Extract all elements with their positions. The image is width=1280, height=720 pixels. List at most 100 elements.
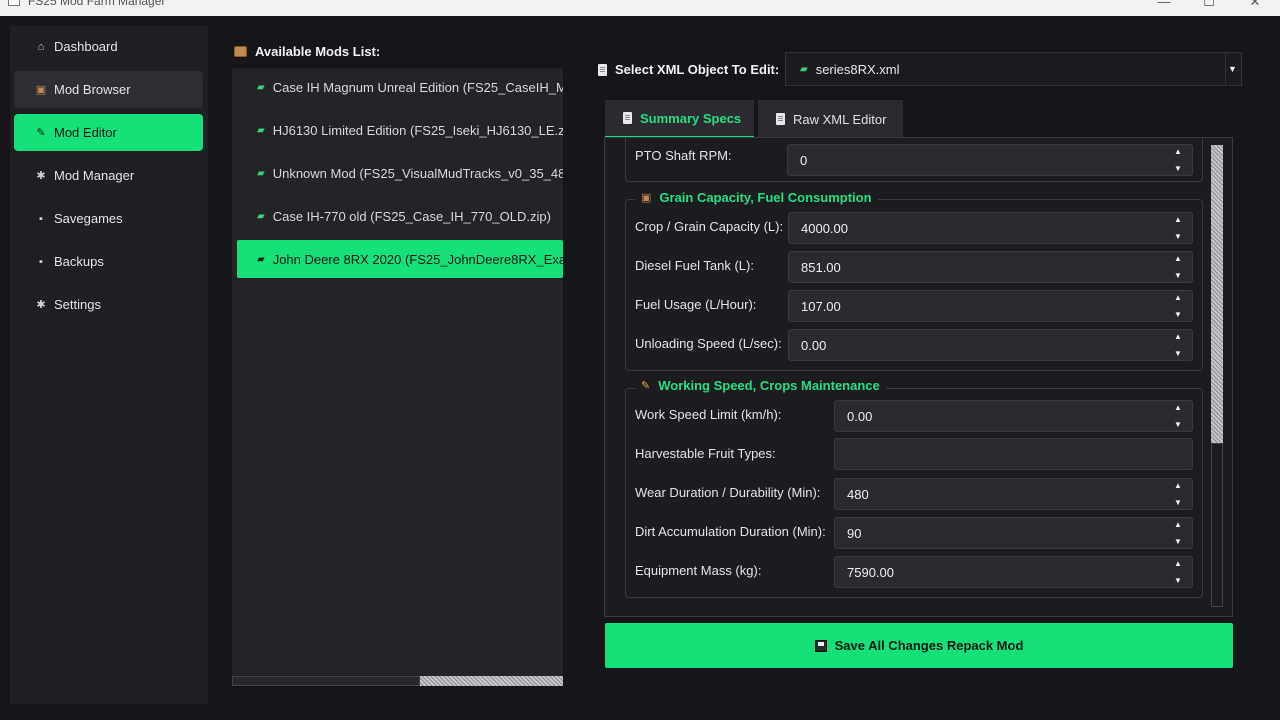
sidebar-item-mod-manager[interactable]: ✱ Mod Manager [14, 157, 203, 194]
arrow-up-icon[interactable]: ▲ [1174, 215, 1182, 224]
pto-rpm-spinbox[interactable]: 0 ▲ ▼ [787, 144, 1193, 176]
tab-label: Summary Specs [640, 110, 742, 126]
list-item-selected[interactable]: ▰ John Deere 8RX 2020 (FS25_JohnDeere8RX… [237, 240, 563, 278]
spin-arrows[interactable]: ▲ ▼ [1170, 403, 1186, 429]
tab-raw-xml-editor[interactable]: Raw XML Editor [758, 100, 903, 138]
list-item[interactable]: ▰ HJ6130 Limited Edition (FS25_Iseki_HJ6… [237, 111, 563, 149]
chevron-down-icon[interactable]: ▼ [1225, 53, 1239, 85]
dirt-duration-spinbox[interactable]: 90 ▲ ▼ [834, 517, 1193, 549]
spin-arrows[interactable]: ▲ ▼ [1170, 332, 1186, 358]
arrow-up-icon[interactable]: ▲ [1174, 520, 1182, 529]
fruit-types-label: Harvestable Fruit Types: [635, 446, 776, 461]
arrow-down-icon[interactable]: ▼ [1174, 349, 1182, 358]
gear-icon: ✱ [36, 299, 46, 311]
sidebar-item-settings[interactable]: ✱ Settings [14, 286, 203, 323]
spin-arrows[interactable]: ▲ ▼ [1170, 520, 1186, 546]
fuel-usage-spinbox[interactable]: 107.00 ▲ ▼ [788, 290, 1193, 322]
save-button-label: Save All Changes Repack Mod [834, 638, 1024, 653]
spin-arrows[interactable]: ▲ ▼ [1170, 559, 1186, 585]
box-icon: ▣ [641, 192, 652, 204]
fuel-tank-spinbox[interactable]: 851.00 ▲ ▼ [788, 251, 1193, 283]
tab-summary-specs[interactable]: Summary Specs [605, 100, 754, 138]
wear-duration-spinbox[interactable]: 480 ▲ ▼ [834, 478, 1193, 510]
package-icon [234, 46, 247, 57]
tractor-icon: ▰ [257, 253, 265, 265]
arrow-up-icon[interactable]: ▲ [1174, 403, 1182, 412]
spin-arrows[interactable]: ▲ ▼ [1170, 254, 1186, 280]
save-repack-button[interactable]: Save All Changes Repack Mod [605, 623, 1233, 668]
scrollbar-thumb[interactable] [1211, 443, 1223, 607]
arrow-down-icon[interactable]: ▼ [1174, 420, 1182, 429]
minimize-icon[interactable]: — [1154, 0, 1174, 9]
spin-arrows[interactable]: ▲ ▼ [1170, 215, 1186, 241]
floppy-icon: ▪ [39, 212, 43, 225]
list-item[interactable]: ▰ Case IH Magnum Unreal Edition (FS25_Ca… [237, 68, 563, 106]
unloading-speed-spinbox[interactable]: 0.00 ▲ ▼ [788, 329, 1193, 361]
arrow-up-icon[interactable]: ▲ [1174, 332, 1182, 341]
fruit-types-input[interactable] [834, 438, 1193, 470]
unloading-speed-label: Unloading Speed (L/sec): [635, 336, 782, 351]
equipment-mass-value: 7590.00 [847, 564, 894, 580]
wrench-icon: ✎ [641, 380, 651, 392]
arrow-down-icon[interactable]: ▼ [1174, 310, 1182, 319]
arrow-down-icon[interactable]: ▼ [1174, 498, 1182, 507]
fuel-tank-value: 851.00 [801, 259, 841, 275]
grain-capacity-label: Crop / Grain Capacity (L): [635, 219, 784, 234]
arrow-down-icon[interactable]: ▼ [1174, 537, 1182, 546]
summary-specs-form[interactable]: PTO Shaft RPM: 0 ▲ ▼ ▣ Grain Capacity, Fu… [604, 137, 1233, 617]
document-icon [776, 113, 785, 125]
document-icon [598, 63, 607, 76]
scrollbar-thumb[interactable] [232, 676, 420, 686]
arrow-down-icon[interactable]: ▼ [1174, 164, 1182, 173]
arrow-up-icon[interactable]: ▲ [1174, 559, 1182, 568]
spin-arrows[interactable]: ▲ ▼ [1170, 147, 1186, 173]
pto-rpm-label: PTO Shaft RPM: [635, 148, 732, 163]
spin-arrows[interactable]: ▲ ▼ [1170, 481, 1186, 507]
unloading-speed-value: 0.00 [801, 337, 827, 353]
arrow-down-icon[interactable]: ▼ [1174, 232, 1182, 241]
mod-item-label: Case IH Magnum Unreal Edition (FS25_Case… [272, 79, 563, 95]
mods-list-heading: Available Mods List: [234, 44, 380, 59]
mods-list[interactable]: ▰ Case IH Magnum Unreal Edition (FS25_Ca… [232, 68, 563, 676]
arrow-up-icon[interactable]: ▲ [1174, 254, 1182, 263]
arrow-down-icon[interactable]: ▼ [1174, 576, 1182, 585]
equipment-mass-spinbox[interactable]: 7590.00 ▲ ▼ [834, 556, 1193, 588]
xml-object-select[interactable]: ▰ series8RX.xml ▼ [785, 52, 1242, 86]
list-item[interactable]: ▰ Case IH-770 old (FS25_Case_IH_770_OLD.… [237, 197, 563, 235]
arrow-up-icon[interactable]: ▲ [1174, 147, 1182, 156]
sidebar-item-mod-browser[interactable]: ▣ Mod Browser [14, 71, 203, 108]
maximize-icon[interactable]: ☐ [1199, 0, 1219, 10]
tractor-icon: ▰ [257, 210, 265, 222]
grain-capacity-value: 4000.00 [801, 220, 848, 236]
arrow-up-icon[interactable]: ▲ [1174, 293, 1182, 302]
list-item[interactable]: ▰ Unknown Mod (FS25_VisualMudTracks_v0_3… [237, 154, 563, 192]
xml-select-value: series8RX.xml [815, 61, 900, 77]
arrow-down-icon[interactable]: ▼ [1174, 271, 1182, 280]
floppy-icon: ▪ [39, 255, 43, 268]
group-title-working-maintenance: ✎ Working Speed, Crops Maintenance [635, 378, 886, 393]
sidebar-item-backups[interactable]: ▪ Backups [14, 243, 203, 280]
home-icon: ⌂ [37, 40, 45, 53]
arrow-up-icon[interactable]: ▲ [1174, 481, 1182, 490]
pto-rpm-value: 0 [800, 152, 808, 168]
mod-item-label: Case IH-770 old (FS25_Case_IH_770_OLD.zi… [272, 208, 551, 224]
sidebar-item-label: Settings [54, 297, 101, 312]
group-title-text: Working Speed, Crops Maintenance [658, 378, 880, 393]
dirt-duration-value: 90 [847, 525, 862, 541]
horizontal-scrollbar[interactable] [232, 676, 563, 686]
vertical-scrollbar[interactable] [1211, 145, 1223, 607]
xml-select-label: Select XML Object To Edit: [615, 62, 780, 77]
tractor-icon: ▰ [257, 124, 265, 136]
work-speed-label: Work Speed Limit (km/h): [635, 407, 782, 422]
group-title-grain-fuel: ▣ Grain Capacity, Fuel Consumption [635, 190, 878, 205]
spin-arrows[interactable]: ▲ ▼ [1170, 293, 1186, 319]
sidebar-item-mod-editor[interactable]: ✎ Mod Editor [14, 114, 203, 151]
work-speed-spinbox[interactable]: 0.00 ▲ ▼ [834, 400, 1193, 432]
grain-capacity-spinbox[interactable]: 4000.00 ▲ ▼ [788, 212, 1193, 244]
sidebar-item-dashboard[interactable]: ⌂ Dashboard [14, 28, 203, 65]
close-icon[interactable]: ✕ [1245, 0, 1265, 10]
fuel-usage-value: 107.00 [801, 298, 841, 314]
tractor-icon: ▰ [800, 63, 808, 75]
sidebar-item-savegames[interactable]: ▪ Savegames [14, 200, 203, 237]
work-speed-value: 0.00 [847, 408, 873, 424]
